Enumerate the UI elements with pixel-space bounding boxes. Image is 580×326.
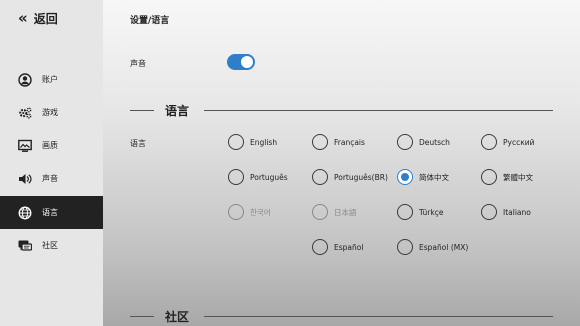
language-option-spanish[interactable]: Español (312, 239, 363, 255)
option-label: Русский (503, 137, 535, 147)
section-title: 社区 (165, 310, 190, 324)
sidebar-item-label: 账户 (42, 75, 58, 84)
option-label: 日本語 (334, 207, 357, 217)
radio-button[interactable] (228, 204, 244, 220)
globe-icon (18, 206, 32, 220)
language-option-french[interactable]: Français (312, 134, 365, 150)
language-option-traditional-chinese[interactable]: 繁體中文 (481, 169, 533, 185)
language-option-turkish[interactable]: Türkçe (397, 204, 443, 220)
radio-button[interactable] (397, 204, 413, 220)
language-option-english[interactable]: English (228, 134, 277, 150)
language-option-portuguese[interactable]: Português (228, 169, 288, 185)
option-label: English (250, 137, 278, 147)
sound-toggle[interactable] (227, 54, 255, 70)
language-option-portuguese-br[interactable]: Português(BR) (312, 169, 388, 185)
section-header-language: 语言 (130, 102, 553, 118)
sidebar: « 返回 账户 游戏 画质 声音 语言 社区 (0, 0, 107, 326)
option-label: Português(BR) (334, 172, 388, 182)
language-option-japanese[interactable]: 日本語 (312, 204, 357, 220)
language-option-russian[interactable]: Русский (481, 134, 535, 150)
option-label: Türkçe (419, 207, 444, 217)
option-label: Español (MX) (419, 242, 469, 252)
divider (204, 316, 553, 317)
sidebar-item-label: 声音 (42, 174, 58, 183)
sidebar-item-graphics[interactable]: 画质 (0, 129, 107, 162)
radio-button[interactable] (312, 204, 328, 220)
option-label: Português (250, 172, 288, 182)
radio-button[interactable] (481, 204, 497, 220)
radio-button[interactable] (481, 134, 497, 150)
language-option-korean[interactable]: 한국어 (228, 204, 271, 220)
language-option-german[interactable]: Deutsch (397, 134, 450, 150)
option-label: 한국어 (250, 207, 271, 217)
radio-button[interactable] (481, 169, 497, 185)
radio-button[interactable] (397, 239, 413, 255)
sidebar-item-community[interactable]: 社区 (0, 229, 107, 262)
language-option-italian[interactable]: Italiano (481, 204, 531, 220)
option-label: Español (334, 242, 364, 252)
chat-icon (18, 239, 32, 253)
sidebar-item-label: 语言 (42, 208, 58, 217)
radio-button-selected[interactable] (397, 169, 413, 185)
sidebar-item-language[interactable]: 语言 (0, 196, 107, 229)
language-label: 语言 (130, 139, 146, 148)
sidebar-item-game[interactable]: 游戏 (0, 96, 107, 129)
gears-icon (18, 106, 32, 120)
sidebar-item-sound[interactable]: 声音 (0, 162, 107, 195)
divider (130, 110, 154, 111)
section-header-community: 社区 (130, 308, 553, 324)
sidebar-item-account[interactable]: 账户 (0, 63, 107, 96)
language-option-spanish-mx[interactable]: Español (MX) (397, 239, 468, 255)
sidebar-item-label: 游戏 (42, 108, 58, 117)
radio-button[interactable] (312, 134, 328, 150)
radio-button[interactable] (312, 239, 328, 255)
option-label: Italiano (503, 207, 531, 217)
language-option-simplified-chinese[interactable]: 简体中文 (397, 169, 449, 185)
divider (130, 316, 154, 317)
section-title: 语言 (165, 104, 190, 118)
display-icon (18, 139, 32, 153)
back-button[interactable]: « 返回 (18, 10, 58, 27)
radio-button[interactable] (228, 169, 244, 185)
radio-button[interactable] (228, 134, 244, 150)
page-title: 设置/语言 (130, 16, 170, 26)
radio-button[interactable] (312, 169, 328, 185)
back-label: 返回 (33, 12, 58, 26)
option-label: Deutsch (419, 137, 450, 147)
sidebar-item-label: 画质 (42, 141, 58, 150)
divider (204, 110, 553, 111)
double-chevron-left-icon: « (18, 9, 28, 27)
speaker-icon (18, 172, 32, 186)
option-label: 简体中文 (419, 172, 449, 182)
radio-button[interactable] (397, 134, 413, 150)
toggle-knob (241, 56, 253, 68)
option-label: Français (334, 137, 365, 147)
radio-dot (401, 173, 409, 181)
option-label: 繁體中文 (503, 172, 533, 182)
sound-label: 声音 (130, 59, 146, 68)
settings-panel: 设置/语言 声音 语言 语言 English Français Deutsch … (103, 0, 580, 326)
user-icon (18, 72, 32, 87)
sidebar-item-label: 社区 (42, 241, 58, 250)
